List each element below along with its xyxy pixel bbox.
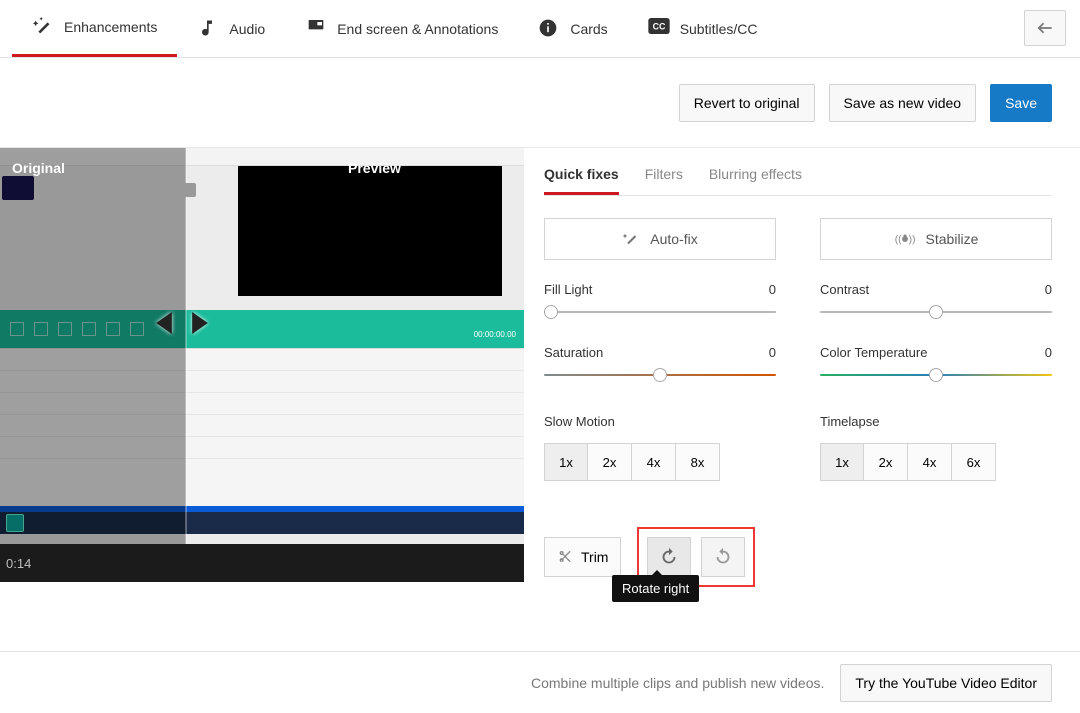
cc-icon: CC [648,18,670,40]
saturation-group: Saturation 0 [544,345,776,382]
top-tabs: Enhancements Audio End screen & Annotati… [0,0,1080,58]
stabilize-label: Stabilize [926,231,979,247]
tab-label: Subtitles/CC [680,21,758,37]
rotate-left-button[interactable] [701,537,745,577]
time-6x[interactable]: 6x [952,443,996,481]
timelapse-segment: 1x 2x 4x 6x [820,443,1052,481]
tab-endscreen[interactable]: End screen & Annotations [285,0,518,57]
trim-label: Trim [581,549,608,565]
timelapse-label: Timelapse [820,414,1052,429]
autofix-label: Auto-fix [650,231,697,247]
color-temp-label: Color Temperature [820,345,927,360]
subtab-quickfixes[interactable]: Quick fixes [544,156,619,195]
fill-light-label: Fill Light [544,282,592,297]
slow-1x[interactable]: 1x [544,443,588,481]
tab-enhancements[interactable]: Enhancements [12,0,177,57]
slow-motion-group: Slow Motion 1x 2x 4x 8x [544,414,776,481]
slow-4x[interactable]: 4x [632,443,676,481]
contrast-value: 0 [1045,282,1052,297]
current-time: 0:14 [6,556,31,571]
video-preview[interactable]: 00:00:00.00 Original Preview [0,148,524,544]
rotate-tooltip: Rotate right [612,575,699,602]
main-area: 00:00:00.00 Original Preview 0:14 Quick … [0,148,1080,587]
slow-2x[interactable]: 2x [588,443,632,481]
slow-motion-label: Slow Motion [544,414,776,429]
revert-button[interactable]: Revert to original [679,84,815,122]
seek-left-icon[interactable] [155,312,173,334]
trim-button[interactable]: Trim [544,537,621,577]
trim-row: Trim Rotate right [544,527,1052,587]
contrast-slider[interactable] [820,305,1052,319]
split-grip[interactable] [178,183,196,197]
svg-text:CC: CC [652,21,665,31]
controls-column: Quick fixes Filters Blurring effects Aut… [524,148,1080,587]
contrast-label: Contrast [820,282,869,297]
preview-column: 00:00:00.00 Original Preview 0:14 [0,148,524,587]
try-video-editor-button[interactable]: Try the YouTube Video Editor [840,664,1052,702]
tab-cards[interactable]: Cards [518,0,627,57]
music-note-icon [197,18,219,40]
subtab-blurring[interactable]: Blurring effects [709,156,802,195]
timelapse-group: Timelapse 1x 2x 4x 6x [820,414,1052,481]
time-1x[interactable]: 1x [820,443,864,481]
subtab-filters[interactable]: Filters [645,156,683,195]
seek-right-icon[interactable] [191,312,209,334]
tab-label: Cards [570,21,607,37]
saturation-value: 0 [769,345,776,360]
seek-arrows [155,312,209,334]
slow-8x[interactable]: 8x [676,443,720,481]
saturation-slider[interactable] [544,368,776,382]
wand-icon [622,230,640,248]
footer-bar: Combine multiple clips and publish new v… [0,651,1080,713]
fill-light-group: Fill Light 0 [544,282,776,319]
tab-label: End screen & Annotations [337,21,498,37]
action-bar: Revert to original Save as new video Sav… [0,58,1080,148]
footer-hint: Combine multiple clips and publish new v… [531,675,824,691]
saturation-label: Saturation [544,345,603,360]
autofix-button[interactable]: Auto-fix [544,218,776,260]
time-4x[interactable]: 4x [908,443,952,481]
split-divider[interactable] [185,148,187,544]
wand-icon [32,16,54,38]
tab-audio[interactable]: Audio [177,0,285,57]
subtabs: Quick fixes Filters Blurring effects [544,156,1052,196]
back-button[interactable] [1024,10,1066,46]
stabilize-icon: (( )) [894,230,916,248]
rotate-left-icon [712,546,734,568]
rotate-right-icon [658,546,680,568]
tab-label: Audio [229,21,265,37]
preview-label: Preview [348,160,401,176]
save-button[interactable]: Save [990,84,1052,122]
save-as-new-button[interactable]: Save as new video [829,84,977,122]
stabilize-button[interactable]: (( )) Stabilize [820,218,1052,260]
time-bar: 0:14 [0,544,524,582]
color-temp-slider[interactable] [820,368,1052,382]
color-temp-value: 0 [1045,345,1052,360]
scissors-icon [557,549,573,565]
svg-text:((: (( [894,235,901,246]
svg-text:)): )) [908,235,915,246]
color-temp-group: Color Temperature 0 [820,345,1052,382]
fill-light-slider[interactable] [544,305,776,319]
fill-light-value: 0 [769,282,776,297]
original-label: Original [12,160,65,176]
endscreen-icon [305,18,327,40]
back-arrow-icon [1035,21,1055,35]
slow-motion-segment: 1x 2x 4x 8x [544,443,776,481]
time-2x[interactable]: 2x [864,443,908,481]
preview-timecode: 00:00:00.00 [474,330,516,339]
tab-label: Enhancements [64,19,157,35]
info-icon [538,18,560,40]
tab-subtitles[interactable]: CC Subtitles/CC [628,0,778,57]
contrast-group: Contrast 0 [820,282,1052,319]
